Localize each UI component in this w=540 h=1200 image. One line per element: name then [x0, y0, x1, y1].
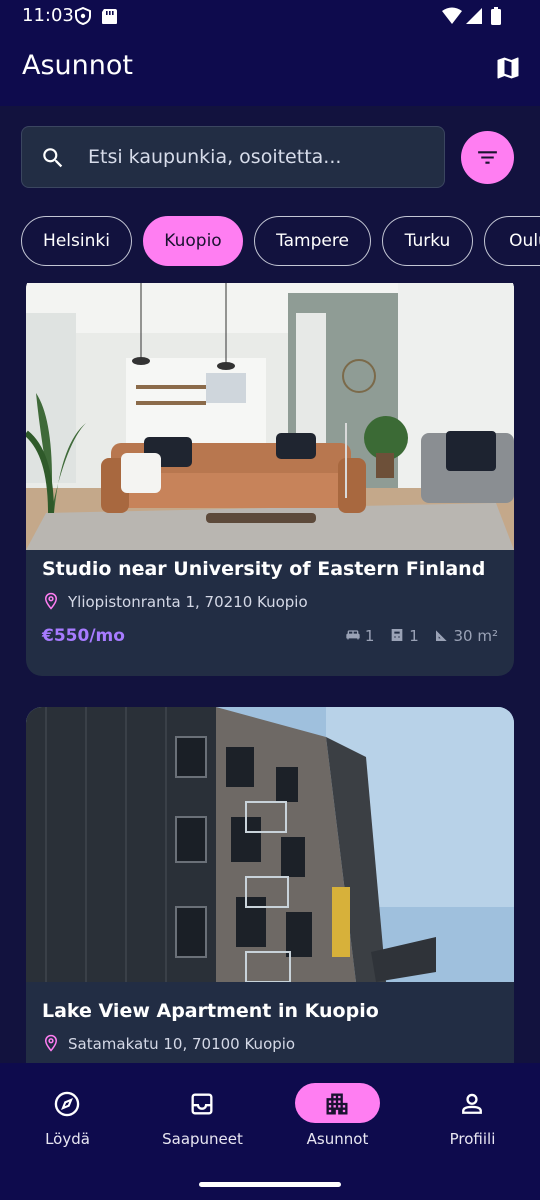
chip-helsinki[interactable]: Helsinki — [21, 216, 132, 266]
sd-card-icon — [102, 9, 117, 24]
area-value: 30 m² — [453, 627, 498, 645]
search-icon — [43, 148, 63, 168]
listing-card[interactable]: Lake View Apartment in Kuopio Satamakatu… — [26, 707, 514, 1063]
map-button[interactable] — [494, 54, 522, 82]
status-time: 11:03 — [22, 5, 74, 26]
status-icons-left — [75, 7, 117, 25]
compass-icon — [54, 1091, 80, 1117]
chip-tampere[interactable]: Tampere — [254, 216, 371, 266]
map-icon — [497, 57, 519, 79]
bed-icon — [346, 630, 360, 640]
apartment-icon — [326, 1093, 348, 1115]
nav-label: Saapuneet — [162, 1130, 243, 1148]
battery-icon — [491, 7, 501, 25]
bedroom-count: 1 — [364, 627, 375, 645]
wifi-icon — [442, 7, 462, 24]
apartment-building-photo — [26, 707, 514, 982]
chip-oulu[interactable]: Oulu — [484, 216, 540, 266]
area-icon — [435, 630, 447, 641]
nav-item-saapuneet[interactable]: Saapuneet — [135, 1083, 270, 1163]
listing-details: Studio near University of Eastern Finlan… — [26, 540, 514, 676]
listing-list[interactable]: Studio near University of Eastern Finlan… — [0, 283, 540, 1063]
search-box[interactable] — [21, 126, 445, 188]
status-icons-right — [442, 7, 501, 25]
home-indicator[interactable] — [199, 1182, 341, 1187]
page-title: Asunnot — [22, 50, 133, 81]
signal-icon — [466, 8, 482, 24]
inbox-icon — [191, 1093, 213, 1115]
listing-price: €550/mo — [42, 626, 125, 646]
status-bar: 11:03 — [0, 0, 540, 34]
listing-address-text: Yliopistonranta 1, 70210 Kuopio — [68, 593, 308, 611]
listing-details: Lake View Apartment in Kuopio Satamakatu… — [26, 982, 514, 1063]
bathroom-count: 1 — [409, 627, 419, 645]
listing-address: Satamakatu 10, 70100 Kuopio — [42, 1034, 295, 1053]
search-input[interactable] — [88, 137, 428, 177]
location-pin-icon — [44, 1034, 58, 1052]
listing-address: Yliopistonranta 1, 70210 Kuopio — [42, 592, 308, 611]
chip-turku[interactable]: Turku — [382, 216, 473, 266]
bath-icon — [391, 629, 403, 641]
listing-card[interactable]: Studio near University of Eastern Finlan… — [26, 283, 514, 676]
nav-item-loyda[interactable]: Löydä — [0, 1083, 135, 1163]
chip-kuopio[interactable]: Kuopio — [143, 216, 243, 266]
listing-stats: 1 1 30 m² — [335, 627, 498, 645]
city-filter-chips: Helsinki Kuopio Tampere Turku Oulu — [21, 216, 540, 266]
nav-item-asunnot[interactable]: Asunnot — [270, 1083, 405, 1163]
filter-button[interactable] — [461, 131, 514, 184]
location-pin-icon — [44, 592, 58, 610]
nav-label: Profiili — [449, 1130, 496, 1148]
listing-title: Studio near University of Eastern Finlan… — [42, 558, 486, 580]
nav-label: Löydä — [45, 1130, 90, 1148]
shield-icon — [75, 7, 91, 25]
nav-label: Asunnot — [306, 1130, 369, 1148]
listing-title: Lake View Apartment in Kuopio — [42, 1000, 379, 1022]
person-icon — [462, 1093, 482, 1114]
listing-address-text: Satamakatu 10, 70100 Kuopio — [68, 1035, 296, 1053]
bottom-navigation: Löydä Saapuneet Asunnot Profiili — [0, 1063, 540, 1200]
nav-item-profiili[interactable]: Profiili — [405, 1083, 540, 1163]
living-room-photo — [26, 283, 514, 550]
app-bar: Asunnot — [0, 34, 540, 106]
filter-icon — [478, 151, 497, 164]
